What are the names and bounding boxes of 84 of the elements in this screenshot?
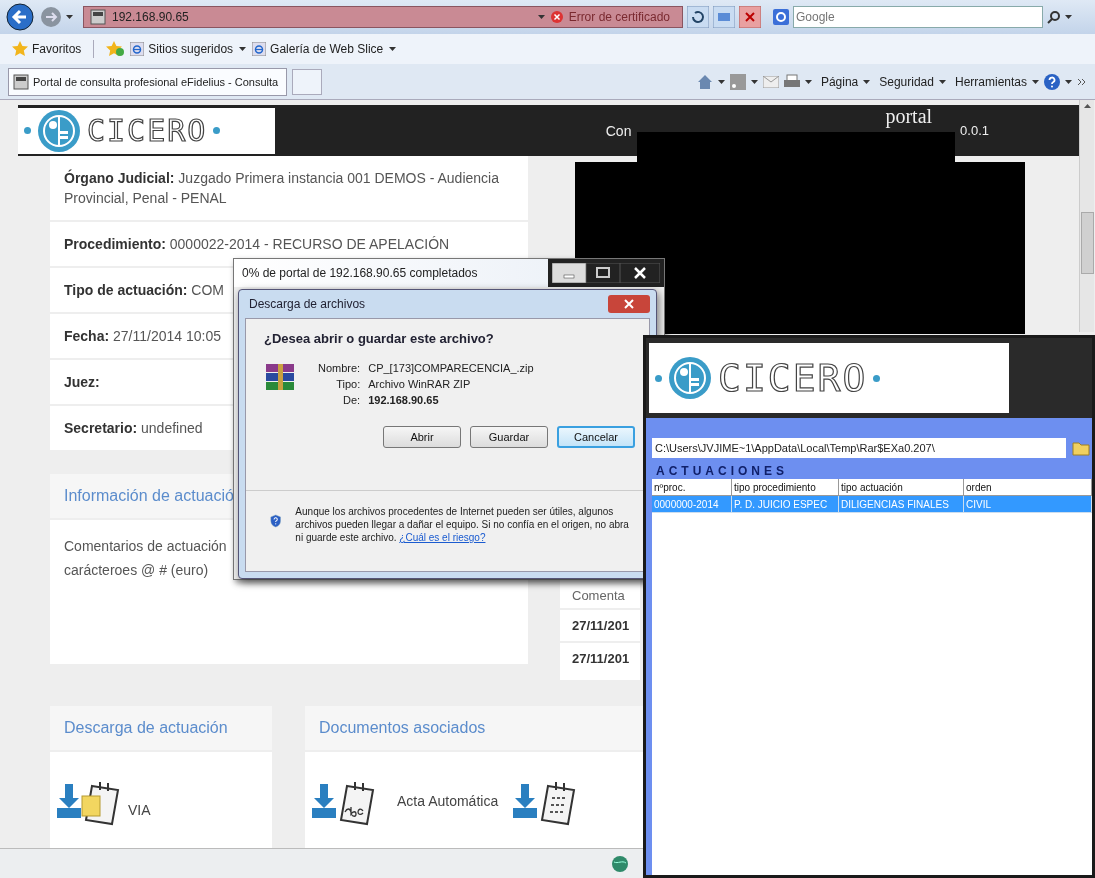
dot-icon — [213, 127, 221, 134]
card-title: Información de actuació — [64, 487, 234, 505]
stop-button[interactable] — [739, 6, 761, 28]
table-cell: P. D. JUICIO ESPEC — [732, 496, 839, 513]
caret-icon[interactable] — [239, 47, 247, 51]
field-label: Tipo: — [335, 378, 361, 390]
window-title: 0% de portal de 192.168.90.65 completados — [242, 266, 478, 280]
field-label: Nombre: — [318, 362, 361, 374]
logo-wordmark: CICERO — [718, 356, 868, 400]
dot-icon — [873, 374, 881, 382]
scroll-thumb[interactable] — [1080, 212, 1094, 274]
field-label: De: — [342, 394, 361, 406]
error-icon — [550, 11, 563, 23]
card-title: Comenta — [571, 587, 626, 605]
logo-icon — [668, 356, 712, 400]
nav-link[interactable]: Con — [605, 122, 632, 139]
caret-icon[interactable] — [717, 79, 725, 84]
add-favorite-icon[interactable] — [106, 41, 125, 57]
favorite-link[interactable]: Galería de Web Slice — [252, 42, 384, 56]
comment-text: Comentarios de actuación — [64, 537, 227, 556]
card-title: Descarga de actuación — [64, 719, 228, 737]
close-button[interactable] — [620, 263, 660, 283]
dialog-button[interactable]: Guardar — [470, 426, 548, 448]
warning-text: Aunque los archivos procedentes de Internet pueden ser útiles, algunos archivos pueden llegar a dañar el equipo. Si no confía en el origen, no abra ni guarde este archivo. ¿Cuál es el riesgo? — [295, 505, 630, 544]
section-heading: ACTUACIONES — [656, 464, 789, 478]
table-cell: CIVIL — [964, 496, 1092, 513]
field-value: 192.168.90.65 — [368, 394, 440, 406]
caret-icon[interactable] — [750, 79, 758, 84]
command-menu[interactable]: Herramientas — [954, 74, 1027, 89]
table-cell: DILIGENCIAS FINALES — [839, 496, 964, 513]
dot-icon — [24, 127, 31, 134]
version-text: 0.0.1 — [960, 123, 989, 138]
comment-text: carácteroes @ # (euro) — [64, 561, 209, 580]
search-field[interactable]: Google — [793, 6, 1043, 28]
risk-link[interactable]: ¿Cuál es el riesgo? — [399, 532, 486, 543]
dialog-question: ¿Desea abrir o guardar este archivo? — [264, 331, 495, 346]
table-cell: 0000000-2014 — [652, 496, 732, 513]
maximize-button[interactable] — [586, 263, 620, 283]
caret-icon[interactable] — [66, 15, 73, 19]
caret-icon[interactable] — [804, 79, 812, 84]
favorites-button[interactable]: Favoritos — [12, 41, 82, 57]
web-page-icon — [130, 42, 145, 56]
field-value: CP_[173]COMPARECENCIA_.zip — [368, 362, 534, 374]
dialog-button[interactable]: Cancelar — [557, 426, 635, 448]
globe-icon — [612, 855, 628, 872]
document-link[interactable]: VIA — [128, 802, 151, 818]
caret-icon[interactable] — [938, 79, 946, 84]
search-provider-icon — [773, 9, 789, 25]
caret-icon[interactable] — [863, 79, 871, 84]
chevron-icon[interactable] — [1077, 76, 1087, 87]
command-menu[interactable]: Página — [820, 74, 859, 89]
caret-icon[interactable] — [1032, 79, 1039, 84]
address-bar[interactable]: 192.168.90.65 Error de certificado — [83, 6, 683, 28]
card-title: Documentos asociados — [319, 719, 486, 737]
scrollbar[interactable] — [1079, 100, 1094, 332]
logo-wordmark: CICERO — [87, 113, 208, 148]
comment-date: 27/11/201 — [560, 608, 640, 641]
dialog-title: Descarga de archivos — [249, 297, 366, 311]
portal-title: portal — [885, 105, 933, 128]
dialog-button[interactable]: Abrir — [383, 426, 461, 448]
help-icon[interactable] — [1044, 73, 1060, 90]
search-icon[interactable] — [1047, 10, 1061, 24]
path-field[interactable]: C:\Users\JVJIME~1\AppData\Local\Temp\Rar$EXa0.207\ — [652, 438, 1066, 458]
document-link[interactable]: Acta Automática — [397, 793, 499, 809]
print-icon[interactable] — [783, 73, 800, 90]
dot-icon — [655, 374, 662, 382]
caret-icon[interactable] — [537, 15, 545, 19]
caret-icon[interactable] — [1065, 79, 1072, 84]
back-button[interactable] — [6, 3, 36, 31]
detail-field: Órgano Judicial: Juzgado Primera instancia 001 DEMOS - Audiencia Provincial, Penal - PENAL — [50, 156, 528, 222]
caret-icon[interactable] — [1065, 15, 1072, 19]
field-value: Archivo WinRAR ZIP — [368, 378, 472, 390]
command-menu[interactable]: Seguridad — [879, 74, 934, 89]
refresh-button[interactable] — [687, 6, 709, 28]
web-page-icon — [252, 42, 267, 56]
address-text: 192.168.90.65 — [112, 10, 189, 24]
page-icon — [13, 73, 29, 90]
comment-date: 27/11/201 — [560, 641, 640, 674]
star-icon — [12, 41, 28, 57]
browser-tab[interactable]: Portal de consulta profesional eFidelius - Consulta — [8, 67, 288, 96]
page-icon — [90, 9, 106, 25]
certificate-error-link[interactable]: Error de certificado — [568, 10, 670, 24]
caret-icon[interactable] — [389, 47, 397, 51]
favorite-link[interactable]: Sitios sugeridos — [130, 42, 234, 56]
